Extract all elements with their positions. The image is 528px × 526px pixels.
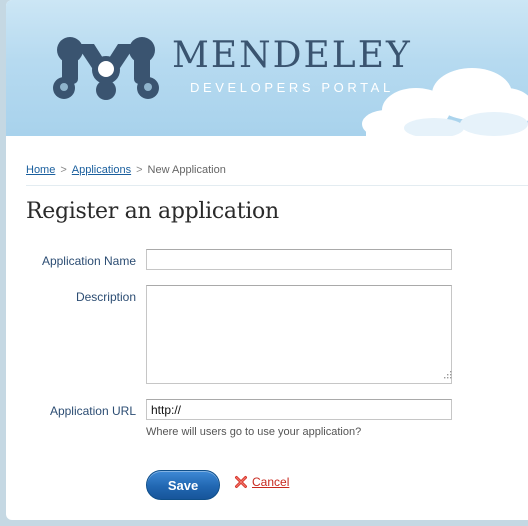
clouds-decoration [362,68,528,136]
description-label: Description [75,290,136,304]
page-title: Register an application [26,199,279,224]
application-name-label: Application Name [41,254,136,268]
application-url-label: Application URL [49,404,136,418]
breadcrumb-home-link[interactable]: Home [26,164,55,176]
breadcrumb-divider [26,185,528,186]
red-x-icon [235,476,247,488]
mendeley-logo-icon[interactable] [50,34,162,102]
application-name-input[interactable] [146,249,452,270]
site-header: MENDELEY DEVELOPERS PORTAL [6,0,528,136]
cancel-label: Cancel [252,475,290,489]
breadcrumb-separator: > [136,164,143,176]
application-url-hint: Where will users go to use your applicat… [146,426,362,438]
breadcrumb: Home > Applications > New Application [26,164,226,176]
resize-grip-icon[interactable] [442,369,452,379]
breadcrumb-current: New Application [147,164,226,176]
breadcrumb-applications-link[interactable]: Applications [72,164,131,176]
application-url-input[interactable] [146,399,452,420]
description-textarea[interactable] [146,285,452,384]
save-button[interactable]: Save [146,470,220,500]
cancel-link[interactable]: Cancel [234,475,289,489]
breadcrumb-separator: > [60,164,67,176]
page-frame: MENDELEY DEVELOPERS PORTAL Home > Applicat… [6,0,528,520]
